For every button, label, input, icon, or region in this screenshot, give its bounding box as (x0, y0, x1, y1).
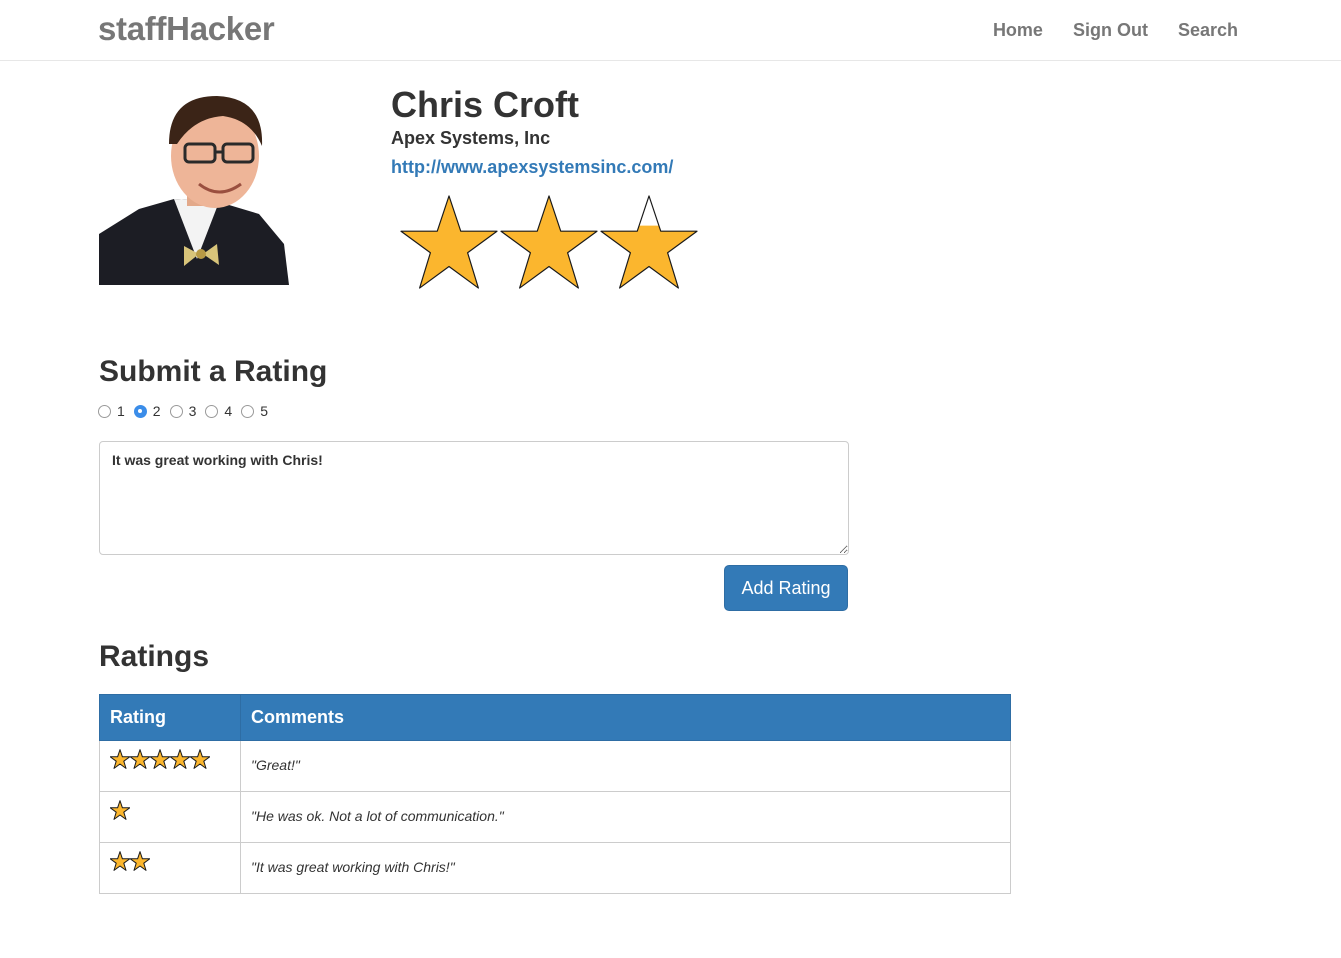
nav-links: Home Sign Out Search (993, 20, 1238, 41)
brand-logo[interactable]: staffHacker (98, 10, 275, 48)
comment-cell: "He was ok. Not a lot of communication." (240, 791, 1011, 843)
rating-cell (99, 791, 241, 843)
star-icon (500, 195, 598, 289)
ratings-table: Rating Comments "Great!" "He was ok. Not… (99, 694, 1011, 894)
rating-cell (99, 740, 241, 792)
rating-option-2[interactable]: 2 (133, 403, 161, 419)
radio-button[interactable] (98, 404, 111, 418)
row-rating-stars (110, 800, 230, 820)
table-header-row: Rating Comments (99, 694, 1011, 741)
rating-option-4[interactable]: 4 (205, 403, 232, 419)
star-icon (600, 195, 698, 289)
comment-cell: "It was great working with Chris!" (240, 842, 1011, 894)
ratings-heading: Ratings (99, 640, 210, 673)
profile-photo (99, 84, 289, 285)
rating-option-1[interactable]: 1 (98, 403, 125, 419)
radio-button[interactable] (241, 404, 255, 418)
profile-website-link[interactable]: http://www.apexsystemsinc.com/ (391, 157, 673, 178)
star-icon (150, 749, 170, 769)
profile-name: Chris Croft (391, 84, 579, 125)
table-row: "It was great working with Chris!" (99, 842, 1011, 894)
rating-cell (99, 842, 241, 894)
comment-cell: "Great!" (240, 740, 1011, 792)
radio-label: 2 (152, 403, 161, 419)
nav-home-link[interactable]: Home (993, 20, 1043, 41)
profile-company: Apex Systems, Inc (391, 128, 551, 148)
rating-option-5[interactable]: 5 (241, 403, 268, 419)
rating-option-3[interactable]: 3 (169, 403, 197, 419)
navbar: staffHacker Home Sign Out Search (0, 0, 1341, 61)
nav-sign-out-link[interactable]: Sign Out (1073, 20, 1148, 41)
star-icon (130, 749, 150, 769)
nav-search-link[interactable]: Search (1178, 20, 1238, 41)
radio-button-checked[interactable] (133, 404, 147, 418)
radio-label: 4 (224, 403, 233, 419)
radio-button[interactable] (205, 404, 219, 418)
rating-radio-group: 1 2 3 4 5 (98, 403, 277, 419)
column-header-rating: Rating (99, 694, 241, 741)
star-icon (130, 851, 150, 871)
star-icon (170, 749, 190, 769)
star-icon (110, 851, 130, 871)
comment-textarea[interactable]: It was great working with Chris! (99, 441, 849, 555)
star-icon (110, 749, 130, 769)
row-rating-stars (110, 851, 230, 871)
radio-label: 5 (260, 403, 268, 419)
radio-label: 3 (188, 403, 197, 419)
add-rating-button[interactable]: Add Rating (724, 565, 848, 611)
row-rating-stars (110, 749, 230, 769)
radio-button[interactable] (169, 404, 183, 418)
star-icon (110, 800, 130, 820)
star-icon (190, 749, 210, 769)
table-row: "He was ok. Not a lot of communication." (99, 791, 1011, 843)
star-icon (400, 195, 498, 289)
table-row: "Great!" (99, 740, 1011, 792)
submit-rating-heading: Submit a Rating (99, 355, 328, 388)
profile-avatar (99, 84, 289, 285)
column-header-comments: Comments (240, 694, 1011, 741)
average-rating-stars (400, 194, 698, 290)
radio-label: 1 (117, 403, 125, 419)
